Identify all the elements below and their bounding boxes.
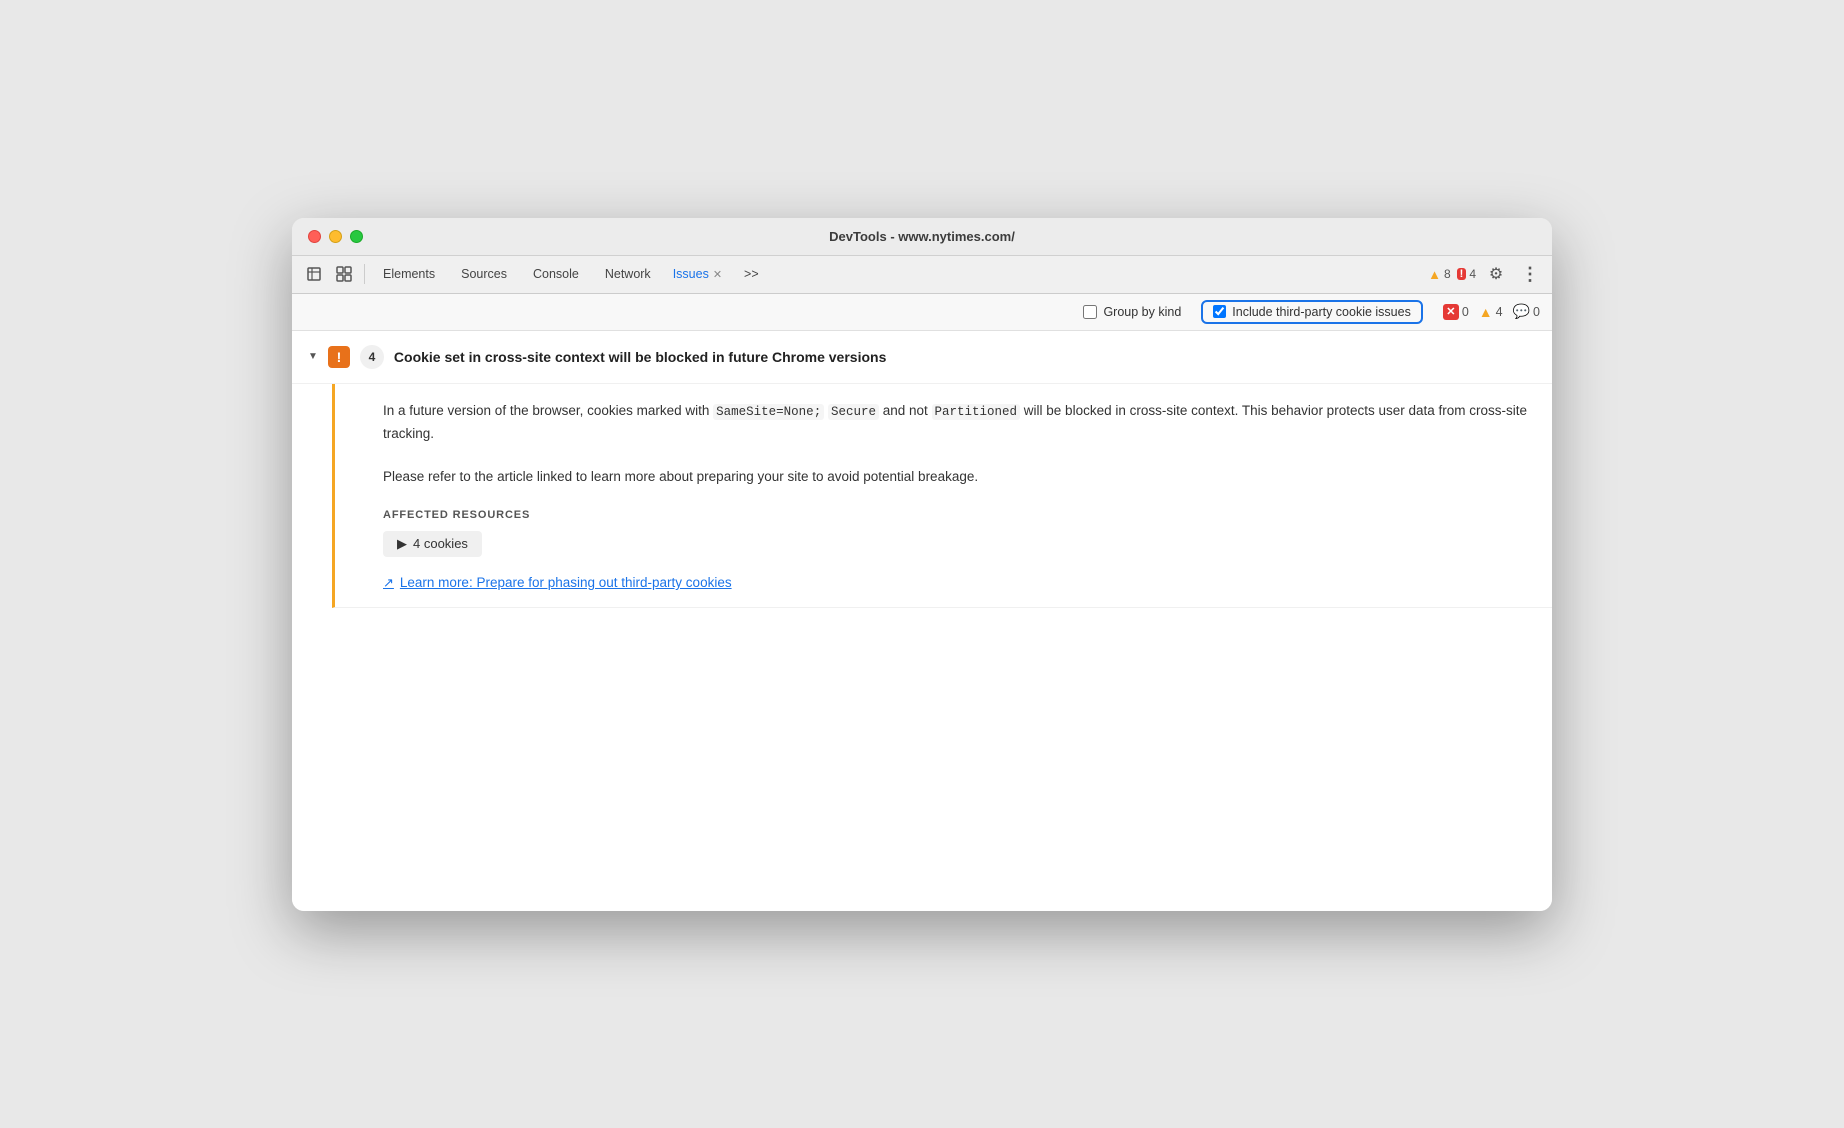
error-badge: ! 4: [1457, 267, 1476, 281]
issue-description-2: Please refer to the article linked to le…: [383, 466, 1528, 489]
filter-warning-count: 4: [1496, 305, 1503, 319]
issue-badge-icon: !: [337, 349, 342, 365]
issue-title: Cookie set in cross-site context will be…: [394, 349, 886, 365]
cursor-icon: [306, 266, 322, 282]
tab-console[interactable]: Console: [521, 261, 591, 287]
traffic-lights: [308, 230, 363, 243]
third-party-checkbox[interactable]: [1213, 305, 1226, 318]
more-tabs-button[interactable]: >>: [732, 261, 771, 287]
code-secure: Secure: [828, 404, 879, 420]
issue-body: In a future version of the browser, cook…: [332, 384, 1552, 608]
toolbar-divider: [364, 264, 365, 284]
warning-count: 8: [1444, 267, 1451, 281]
maximize-button[interactable]: [350, 230, 363, 243]
issue-description-1: In a future version of the browser, cook…: [383, 400, 1528, 446]
inspect-icon-button[interactable]: [330, 260, 358, 288]
error-icon: !: [1457, 268, 1467, 280]
close-button[interactable]: [308, 230, 321, 243]
devtools-content: ▼ ! 4 Cookie set in cross-site context w…: [292, 331, 1552, 911]
error-count-item: ✕ 0: [1443, 304, 1469, 320]
more-icon: ⋮: [1521, 264, 1539, 285]
filter-counts: ✕ 0 ▲ 4 💬 0: [1443, 303, 1540, 320]
issue-group-cookies: ▼ ! 4 Cookie set in cross-site context w…: [292, 331, 1552, 608]
cursor-icon-button[interactable]: [300, 260, 328, 288]
filter-bar: Group by kind Include third-party cookie…: [292, 294, 1552, 331]
learn-more-text: Learn more: Prepare for phasing out thir…: [400, 575, 732, 590]
filter-error-count: 0: [1462, 305, 1469, 319]
code-partitioned: Partitioned: [932, 404, 1021, 420]
filter-info-count: 0: [1533, 305, 1540, 319]
filter-warning-icon: ▲: [1479, 304, 1493, 320]
issue-count-bubble: 4: [360, 345, 384, 369]
tab-issues[interactable]: Issues ✕: [665, 263, 730, 285]
issues-panel[interactable]: ▼ ! 4 Cookie set in cross-site context w…: [292, 331, 1552, 911]
gear-icon: ⚙: [1489, 264, 1503, 284]
more-options-button[interactable]: ⋮: [1516, 260, 1544, 288]
tab-elements[interactable]: Elements: [371, 261, 447, 287]
filter-info-icon: 💬: [1513, 303, 1530, 320]
external-link-icon: ↗: [383, 575, 394, 591]
group-by-kind-group: Group by kind: [1083, 305, 1181, 319]
learn-more-link[interactable]: ↗ Learn more: Prepare for phasing out th…: [383, 575, 1528, 591]
tab-issues-close[interactable]: ✕: [713, 268, 722, 281]
devtools-window: DevTools - www.nytimes.com/ Elements Sou…: [292, 218, 1552, 911]
inspect-icon: [336, 266, 352, 282]
settings-button[interactable]: ⚙: [1482, 260, 1510, 288]
issue-header[interactable]: ▼ ! 4 Cookie set in cross-site context w…: [292, 331, 1552, 384]
code-samesite: SameSite=None;: [713, 404, 824, 420]
tab-network[interactable]: Network: [593, 261, 663, 287]
cookies-expand-button[interactable]: ▶ 4 cookies: [383, 531, 482, 557]
window-title: DevTools - www.nytimes.com/: [829, 229, 1015, 244]
expand-triangle-icon: ▶: [397, 536, 407, 552]
tab-sources[interactable]: Sources: [449, 261, 519, 287]
devtools-toolbar: Elements Sources Console Network Issues …: [292, 256, 1552, 294]
title-bar: DevTools - www.nytimes.com/: [292, 218, 1552, 256]
cookies-expand-label: 4 cookies: [413, 536, 468, 551]
affected-resources-title: AFFECTED RESOURCES: [383, 509, 1528, 521]
error-x-icon: ✕: [1443, 304, 1459, 320]
third-party-label[interactable]: Include third-party cookie issues: [1232, 305, 1411, 319]
info-count-item: 💬 0: [1513, 303, 1540, 320]
tab-issues-label: Issues: [673, 267, 709, 281]
group-by-kind-checkbox[interactable]: [1083, 305, 1097, 319]
toolbar-right: ▲ 8 ! 4 ⚙ ⋮: [1428, 260, 1544, 288]
warning-icon: ▲: [1428, 267, 1441, 282]
issue-warning-badge: !: [328, 346, 350, 368]
minimize-button[interactable]: [329, 230, 342, 243]
warning-badge: ▲ 8: [1428, 267, 1451, 282]
error-count: 4: [1469, 267, 1476, 281]
warning-count-item: ▲ 4: [1479, 304, 1503, 320]
third-party-wrapper: Include third-party cookie issues: [1201, 300, 1423, 324]
expand-arrow-icon: ▼: [308, 351, 318, 362]
group-by-kind-label[interactable]: Group by kind: [1103, 305, 1181, 319]
